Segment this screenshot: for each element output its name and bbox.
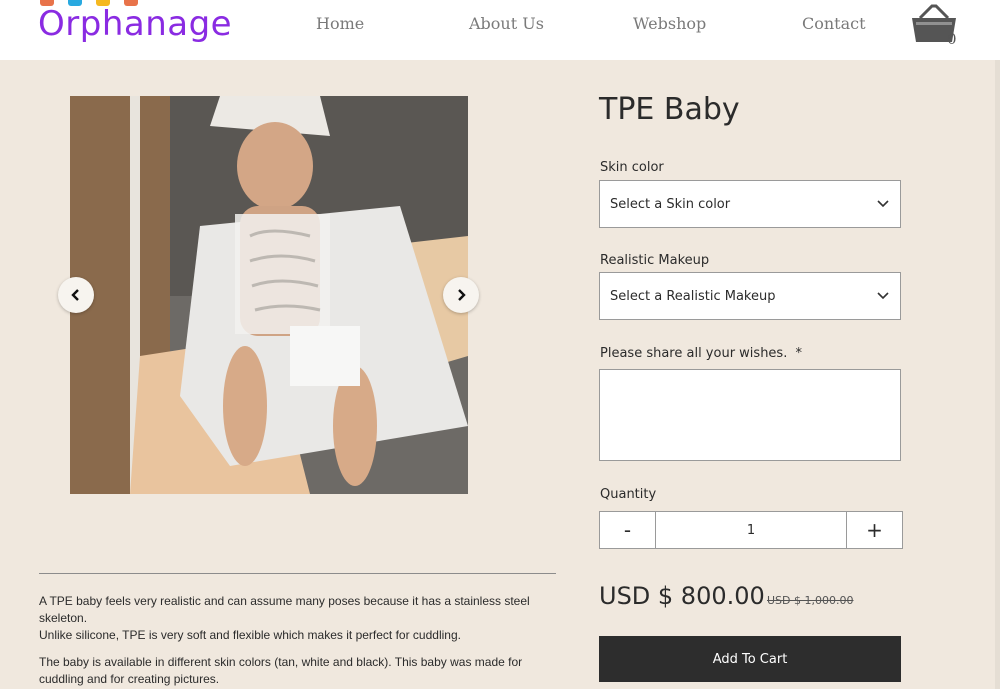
- site-logo[interactable]: Orphanage: [38, 0, 238, 66]
- description-line: cuddling and for creating pictures.: [39, 672, 220, 686]
- description-line: The baby is available in different skin …: [39, 655, 523, 669]
- logo-word: Orphanage: [38, 4, 233, 44]
- add-to-cart-button[interactable]: Add To Cart: [599, 636, 901, 682]
- chevron-down-icon: [877, 292, 889, 300]
- product-photo: [70, 96, 468, 494]
- required-marker: *: [795, 346, 802, 361]
- nav-about-us[interactable]: About Us: [469, 14, 544, 33]
- realistic-makeup-value: Select a Realistic Makeup: [610, 288, 776, 304]
- cart-button[interactable]: 0: [910, 2, 960, 50]
- product-image[interactable]: [70, 96, 468, 494]
- nav-home[interactable]: Home: [316, 14, 364, 33]
- quantity-input[interactable]: 1: [656, 512, 846, 548]
- wishes-textarea[interactable]: [599, 369, 901, 461]
- gallery-next-button[interactable]: [443, 277, 479, 313]
- description-divider: [39, 573, 556, 574]
- cart-count: 0: [947, 30, 957, 48]
- realistic-makeup-select[interactable]: Select a Realistic Makeup: [599, 272, 901, 320]
- skin-color-select[interactable]: Select a Skin color: [599, 180, 901, 228]
- skin-color-label: Skin color: [600, 160, 664, 175]
- chevron-left-icon: [71, 289, 79, 301]
- gallery-prev-button[interactable]: [58, 277, 94, 313]
- product-title: TPE Baby: [599, 92, 740, 127]
- quantity-stepper: - 1 +: [599, 511, 903, 549]
- product-price: USD $ 800.00: [599, 582, 765, 610]
- original-price: USD $ 1,000.00: [767, 594, 854, 607]
- wishes-label-text: Please share all your wishes.: [600, 346, 788, 361]
- description-line: A TPE baby feels very realistic and can …: [39, 594, 530, 608]
- description-paragraph: A TPE baby feels very realistic and can …: [39, 593, 559, 644]
- description-paragraph: The baby is available in different skin …: [39, 654, 559, 688]
- chevron-right-icon: [458, 289, 466, 301]
- quantity-increase-button[interactable]: +: [846, 512, 902, 548]
- skin-color-value: Select a Skin color: [610, 196, 731, 212]
- nav-contact[interactable]: Contact: [802, 14, 866, 33]
- product-description: A TPE baby feels very realistic and can …: [39, 593, 559, 689]
- quantity-label: Quantity: [600, 487, 657, 502]
- chevron-down-icon: [877, 200, 889, 208]
- site-header: Orphanage Home About Us Webshop Contact …: [0, 0, 1000, 60]
- nav-webshop[interactable]: Webshop: [633, 14, 706, 33]
- scrollbar[interactable]: [995, 60, 1000, 689]
- description-line: skeleton.: [39, 611, 88, 625]
- realistic-makeup-label: Realistic Makeup: [600, 253, 710, 268]
- description-line: Unlike silicone, TPE is very soft and fl…: [39, 628, 461, 642]
- quantity-decrease-button[interactable]: -: [600, 512, 656, 548]
- wishes-label: Please share all your wishes. *: [600, 346, 802, 361]
